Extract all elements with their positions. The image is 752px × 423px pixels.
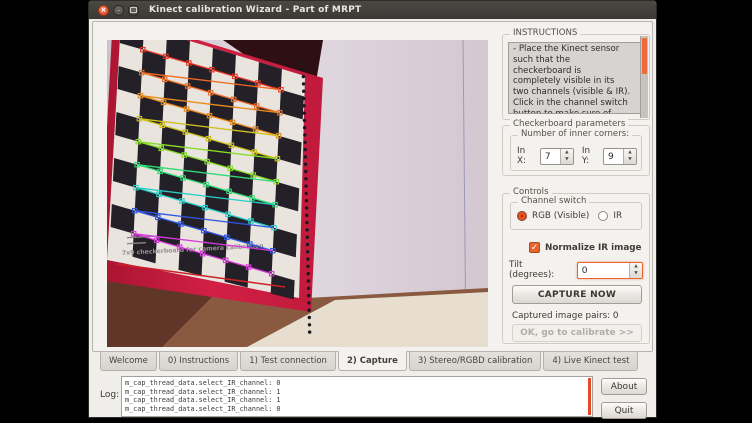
ir-radio-label: IR <box>613 211 622 221</box>
tab-3-stereo-rgbd-calibration[interactable]: 3) Stereo/RGBD calibration <box>409 352 542 371</box>
app-window: × – Kinect calibration Wizard - Part of … <box>88 0 657 418</box>
maximize-icon <box>130 7 137 13</box>
instructions-scrollbar[interactable] <box>640 36 648 118</box>
tilt-input[interactable]: 0 <box>578 263 629 278</box>
in-y-value[interactable]: 9 <box>604 149 623 164</box>
in-y-spin-down-button[interactable]: ▼ <box>624 156 636 164</box>
captured-pairs-label: Captured image pairs: 0 <box>512 311 619 321</box>
in-y-label: In Y: <box>582 146 599 166</box>
in-x-spin-down-button[interactable]: ▼ <box>561 156 573 164</box>
in-y-spin-up-button[interactable]: ▲ <box>624 149 636 157</box>
screen: × – Kinect calibration Wizard - Part of … <box>0 0 752 423</box>
camera-view: 7x9 checkerboard for camera calibration <box>107 40 488 347</box>
maximize-button[interactable] <box>128 5 139 16</box>
tab-2-capture[interactable]: 2) Capture <box>338 351 407 371</box>
normalize-ir-checkbox[interactable]: ✓ <box>529 242 540 253</box>
tab-bar: Welcome0) Instructions1) Test connection… <box>100 352 638 372</box>
log-box[interactable]: m_cap_thread_data.select_IR_channel: 0 m… <box>121 376 593 417</box>
tilt-spin-down-button[interactable]: ▼ <box>630 270 642 278</box>
in-y-spinner[interactable]: 9 ▲▼ <box>603 148 637 165</box>
tilt-spinner[interactable]: 0 ▲▼ <box>577 262 643 279</box>
groupbox-instructions: INSTRUCTIONS - Place the Kinect sensor s… <box>502 34 650 120</box>
rgb-radio[interactable] <box>517 211 527 221</box>
in-x-label: In X: <box>517 146 536 166</box>
groupbox-checkerboard-params: Checkerboard parameters Number of inner … <box>502 125 650 176</box>
checkerboard-params-caption: Checkerboard parameters <box>510 119 628 129</box>
groupbox-channel-switch: Channel switch RGB (Visible) IR <box>510 202 642 230</box>
log-label: Log: <box>100 390 119 400</box>
tab-4-live-kinect-test[interactable]: 4) Live Kinect test <box>543 352 638 371</box>
rgb-radio-label: RGB (Visible) <box>532 211 589 221</box>
instructions-caption: INSTRUCTIONS <box>510 28 580 38</box>
capture-now-button[interactable]: CAPTURE NOW <box>512 285 642 304</box>
tab-0-instructions[interactable]: 0) Instructions <box>159 352 238 371</box>
in-x-spinner[interactable]: 7 ▲▼ <box>540 148 574 165</box>
in-x-value[interactable]: 7 <box>541 149 560 164</box>
instructions-textarea[interactable]: - Place the Kinect sensor such that the … <box>508 42 644 114</box>
about-button[interactable]: About <box>601 378 647 395</box>
tilt-label: Tilt (degrees): <box>509 260 569 280</box>
groupbox-inner-corners: Number of inner corners: In X: 7 ▲▼ In Y… <box>510 135 642 171</box>
tab-1-test-connection[interactable]: 1) Test connection <box>240 352 336 371</box>
in-x-spin-up-button[interactable]: ▲ <box>561 149 573 157</box>
window-title: Kinect calibration Wizard - Part of MRPT <box>149 5 361 15</box>
quit-button[interactable]: Quit <box>601 402 647 419</box>
ir-radio[interactable] <box>598 211 608 221</box>
minimize-icon: – <box>117 7 121 14</box>
inner-corners-caption: Number of inner corners: <box>518 129 632 139</box>
ok-go-to-calibrate-button[interactable]: OK, go to calibrate >> <box>512 324 642 342</box>
minimize-button[interactable]: – <box>113 5 124 16</box>
titlebar[interactable]: × – Kinect calibration Wizard - Part of … <box>89 1 656 19</box>
groupbox-controls: Controls Channel switch RGB (Visible) IR… <box>502 193 650 344</box>
normalize-ir-label: Normalize IR image <box>545 243 642 253</box>
close-icon: × <box>101 7 107 14</box>
close-button[interactable]: × <box>98 5 109 16</box>
tilt-spin-up-button[interactable]: ▲ <box>630 263 642 271</box>
log-text: m_cap_thread_data.select_IR_channel: 0 m… <box>125 379 584 414</box>
camera-image: 7x9 checkerboard for camera calibration <box>107 40 488 347</box>
tab-page: 7x9 checkerboard for camera calibration … <box>92 21 653 352</box>
log-scrollbar-thumb[interactable] <box>588 378 591 415</box>
channel-switch-caption: Channel switch <box>518 196 589 206</box>
tab-welcome[interactable]: Welcome <box>100 352 157 371</box>
instructions-scrollbar-thumb[interactable] <box>642 38 647 74</box>
